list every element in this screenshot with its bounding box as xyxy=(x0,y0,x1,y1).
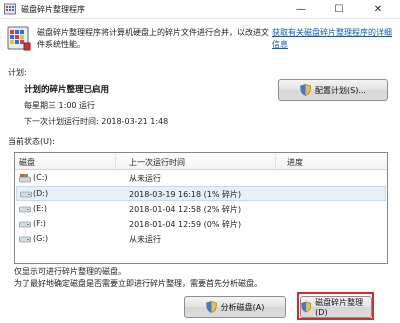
current-status-label: 当前状态(U): xyxy=(8,137,55,146)
title-bar: 磁盘碎片整理程序 — ☐ ✕ xyxy=(0,0,400,19)
schedule-frequency: 每星期三 1:00 运行 xyxy=(24,101,96,110)
column-header-progress[interactable]: 进度 xyxy=(287,157,303,168)
configure-schedule-label: 配置计划(S)... xyxy=(315,85,366,95)
defrag-icon xyxy=(7,26,31,51)
analyze-disk-button[interactable]: 分析磁盘(A) xyxy=(184,296,286,318)
note-analyze-first: 为了最好地确定磁盘是否需要立即进行碎片整理，需要首先分析磁盘。 xyxy=(14,279,262,288)
disk-name: (C:) xyxy=(33,173,48,182)
shield-icon xyxy=(205,301,217,313)
disk-last-run: 从未运行 xyxy=(129,174,161,183)
column-header-last-run[interactable]: 上一次运行时间 xyxy=(129,157,185,168)
disk-row-g[interactable]: (G:) 从未运行 xyxy=(16,232,386,247)
window-title: 磁盘碎片整理程序 xyxy=(21,5,85,14)
column-header-disk[interactable]: 磁盘 xyxy=(19,157,35,168)
schedule-next-run: 下一次计划运行时间: 2018-03-21 1:48 xyxy=(24,117,169,126)
disk-name: (G:) xyxy=(33,234,49,243)
configure-schedule-button[interactable]: 配置计划(S)... xyxy=(278,79,388,101)
column-divider xyxy=(115,154,116,169)
drive-icon xyxy=(19,236,31,243)
description-text: 磁盘碎片整理程序将计算机硬盘上的碎片文件进行合并，以改进文件系统性能。 xyxy=(37,28,269,49)
disk-name: (E:) xyxy=(33,204,47,213)
disk-last-run: 2018-03-19 16:18 (1% 碎片) xyxy=(129,190,242,199)
schedule-status: 计划的碎片整理已启用 xyxy=(24,85,110,95)
defrag-app-icon xyxy=(4,3,16,15)
disk-last-run: 2018-01-04 12:59 (0% 碎片) xyxy=(129,220,242,229)
highlight-annotation-box xyxy=(297,292,374,320)
help-link[interactable]: 获取有关磁盘碎片整理程序的详细信息 xyxy=(272,27,396,51)
disk-row-c[interactable]: (C:) 从未运行 xyxy=(16,171,386,186)
disk-name: (D:) xyxy=(33,189,49,198)
close-button[interactable]: ✕ xyxy=(358,0,398,19)
shield-icon xyxy=(300,84,311,96)
disk-list-header: 磁盘 上一次运行时间 进度 xyxy=(15,153,387,170)
schedule-section-label: 计划: xyxy=(8,68,27,77)
disk-row-f[interactable]: (F:) 2018-01-04 12:59 (0% 碎片) xyxy=(16,217,386,232)
analyze-disk-label: 分析磁盘(A) xyxy=(220,302,265,312)
disk-name: (F:) xyxy=(33,219,46,228)
drive-icon xyxy=(19,206,31,213)
disk-row-d[interactable]: (D:) 2018-03-19 16:18 (1% 碎片) xyxy=(16,186,386,201)
window-controls: — ☐ ✕ xyxy=(282,0,398,19)
disk-last-run: 从未运行 xyxy=(129,235,161,244)
disk-last-run: 2018-01-04 12:58 (2% 碎片) xyxy=(129,205,242,214)
disk-list[interactable]: 磁盘 上一次运行时间 进度 (C:) 从未运行 (D:) 2018-03-19 … xyxy=(14,152,388,264)
note-defraggable-only: 仅显示可进行碎片整理的磁盘。 xyxy=(14,267,126,276)
drive-icon xyxy=(19,221,31,228)
drive-icon xyxy=(20,191,32,198)
column-divider xyxy=(275,154,276,169)
system-drive-icon xyxy=(19,174,31,183)
maximize-button[interactable]: ☐ xyxy=(320,0,358,19)
minimize-button[interactable]: — xyxy=(282,0,320,19)
disk-row-e[interactable]: (E:) 2018-01-04 12:58 (2% 碎片) xyxy=(16,202,386,217)
